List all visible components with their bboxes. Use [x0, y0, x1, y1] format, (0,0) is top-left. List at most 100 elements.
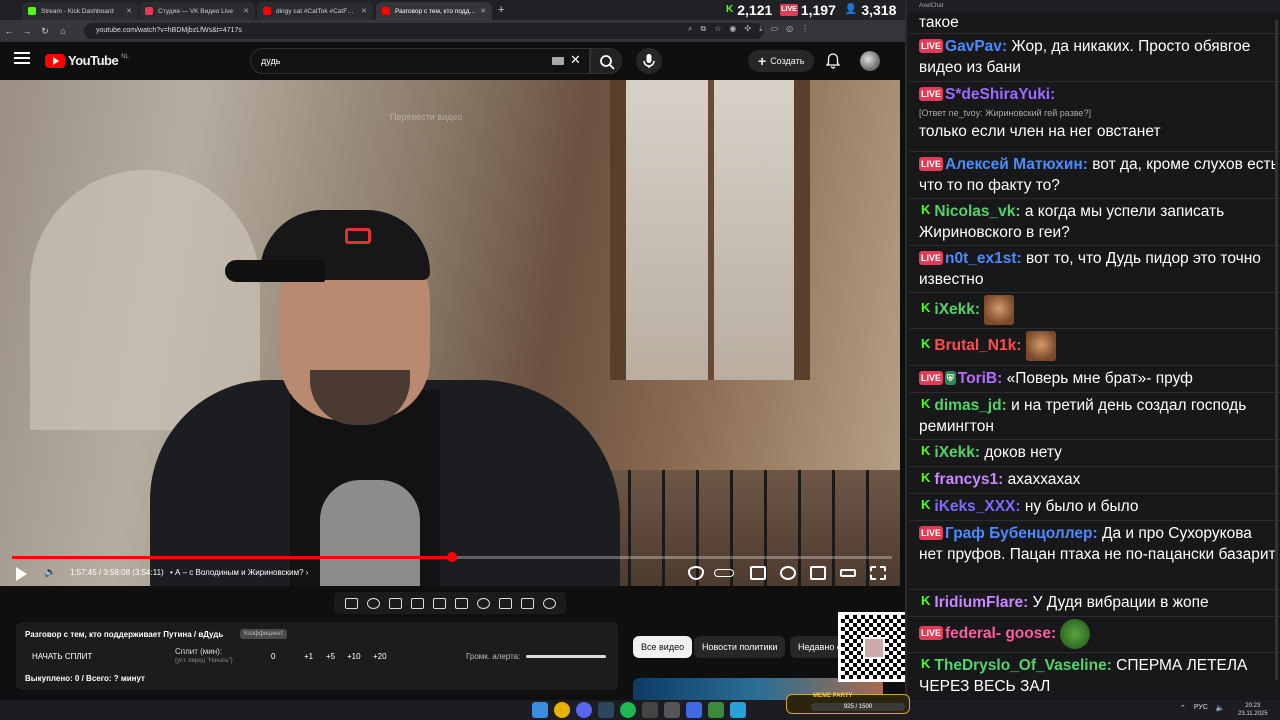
- app-icon[interactable]: [686, 702, 702, 718]
- url-field[interactable]: youtube.com/watch?v=hBDMjbzLfWs&t=4717s: [84, 23, 764, 39]
- menu-dots-icon[interactable]: ⋮: [801, 24, 809, 34]
- speaker-icon[interactable]: 🔈: [1216, 704, 1225, 712]
- subtitles-icon[interactable]: [750, 566, 766, 580]
- tab-vk-studio[interactable]: Студия — VK Видео Live ✕: [139, 2, 255, 20]
- tab-close-icon[interactable]: ✕: [243, 7, 249, 15]
- chat-username[interactable]: TheDryslo_Of_Vaseline:: [934, 657, 1111, 674]
- miniplayer-icon[interactable]: [810, 566, 826, 580]
- split-add-20-button[interactable]: +20: [373, 652, 387, 661]
- chapter-title[interactable]: • А – с Володиным и Жириновским? ›: [170, 568, 308, 577]
- coefficient-badge[interactable]: Коэффициент: [240, 629, 288, 639]
- chat-username[interactable]: S*deShiraYuki:: [945, 86, 1055, 103]
- chat-username[interactable]: iXekk:: [934, 301, 980, 318]
- account-avatar[interactable]: [860, 51, 880, 71]
- chat-username[interactable]: Граф Бубенцоллер:: [945, 525, 1098, 542]
- language-indicator[interactable]: РУС: [1194, 704, 1208, 712]
- create-button[interactable]: + Создать: [748, 50, 815, 72]
- tab-youtube-active[interactable]: Разговор с тем, кто поддержив ✕: [376, 2, 492, 20]
- chat-username[interactable]: francys1:: [934, 471, 1003, 488]
- youtube-logo[interactable]: YouTube NL: [45, 53, 129, 68]
- tab-close-icon[interactable]: ✕: [361, 7, 367, 15]
- video-player[interactable]: Перевести видео 🔈 1:57:45 / 3:58:08 (3:5…: [0, 80, 900, 586]
- theater-mode-icon[interactable]: [840, 569, 856, 577]
- chat-username[interactable]: Brutal_N1k:: [934, 337, 1021, 354]
- chat-username[interactable]: dimas_jd:: [934, 397, 1006, 414]
- alert-volume-slider[interactable]: [526, 655, 606, 658]
- autoplay-toggle[interactable]: [714, 569, 734, 577]
- puzzle-icon[interactable]: ✣: [744, 24, 751, 34]
- hamburger-menu-icon[interactable]: [14, 52, 30, 66]
- settings-gear-icon[interactable]: [780, 566, 796, 580]
- clear-search-icon[interactable]: ✕: [570, 52, 581, 68]
- split-add-5-button[interactable]: +5: [326, 652, 335, 661]
- app-icon[interactable]: [664, 702, 680, 718]
- download-icon[interactable]: ⤓: [759, 24, 763, 34]
- picture-in-picture-icon[interactable]: [432, 597, 446, 609]
- discord-icon[interactable]: [576, 702, 592, 718]
- speed-icon[interactable]: [476, 597, 490, 609]
- new-tab-button[interactable]: +: [498, 4, 504, 16]
- film-icon[interactable]: [410, 597, 424, 609]
- telegram-icon[interactable]: [730, 702, 746, 718]
- add-marker-icon[interactable]: [498, 597, 512, 609]
- sidebar-icon[interactable]: ▭: [771, 24, 779, 34]
- fullscreen-icon[interactable]: [870, 566, 886, 580]
- filter-politics-news[interactable]: Новости политики: [694, 636, 786, 658]
- progress-scrubber[interactable]: [447, 552, 457, 562]
- search-input[interactable]: дудь: [250, 48, 590, 74]
- steam-icon[interactable]: [598, 702, 614, 718]
- chat-username[interactable]: Nicolas_vk:: [934, 203, 1020, 220]
- windows-start-icon[interactable]: [532, 702, 548, 718]
- voice-search-button[interactable]: [636, 48, 662, 74]
- notifications-bell-icon[interactable]: [826, 53, 840, 69]
- volume-icon[interactable]: 🔈: [44, 567, 56, 578]
- tool-settings-icon[interactable]: [542, 597, 556, 609]
- install-icon[interactable]: ⧉: [700, 24, 706, 34]
- tab-close-icon[interactable]: ✕: [126, 7, 132, 15]
- search-button[interactable]: [590, 48, 622, 74]
- zoom-icon[interactable]: ⌕: [688, 24, 692, 34]
- chat-username[interactable]: iXekk:: [934, 444, 980, 461]
- tab-youtube-cat[interactable]: dingy cat #CatTok #CatFails20 ✕: [257, 2, 373, 20]
- meme-party-widget[interactable]: MEME PARTY 925 / 1500: [786, 693, 910, 714]
- broadcast-icon[interactable]: [366, 597, 380, 609]
- spotify-icon[interactable]: [620, 702, 636, 718]
- split-minutes-value[interactable]: 0: [271, 652, 275, 661]
- screenshot-camera-icon[interactable]: [520, 597, 534, 609]
- loop-icon[interactable]: [344, 597, 358, 609]
- start-split-button[interactable]: НАЧАТЬ СПЛИТ: [32, 652, 92, 661]
- chat-username[interactable]: federal- goose:: [945, 625, 1056, 642]
- chat-username[interactable]: IridiumFlare:: [934, 594, 1028, 611]
- tab-kick-dashboard[interactable]: Stream - Kick Dashboard ✕: [22, 2, 138, 20]
- chat-username[interactable]: n0t_ex1st:: [945, 250, 1022, 267]
- frames-icon[interactable]: [454, 597, 468, 609]
- clock[interactable]: 20:23 23.11.2025: [1238, 702, 1268, 718]
- cinema-icon[interactable]: [388, 597, 402, 609]
- reload-icon[interactable]: ↻: [36, 26, 54, 37]
- split-add-1-button[interactable]: +1: [304, 652, 313, 661]
- chat-message-list[interactable]: такое LIVE GavPav: Жор, да никаких. Просто…: [909, 12, 1280, 700]
- home-icon[interactable]: ⌂: [54, 26, 72, 36]
- progress-bar[interactable]: [12, 552, 892, 562]
- chat-scrollbar[interactable]: [1275, 20, 1278, 680]
- back-icon[interactable]: ←: [0, 26, 18, 36]
- keyboard-icon[interactable]: [552, 57, 564, 65]
- tray-arrow-icon[interactable]: ⌃: [1180, 704, 1186, 712]
- filter-all-videos[interactable]: Все видео: [633, 636, 693, 658]
- obs-icon[interactable]: [642, 702, 658, 718]
- play-icon[interactable]: [16, 567, 27, 581]
- tab-close-icon[interactable]: ✕: [480, 7, 486, 15]
- app-icon[interactable]: [708, 702, 724, 718]
- bookmark-star-icon[interactable]: ☆: [714, 24, 721, 34]
- chrome-icon[interactable]: [554, 702, 570, 718]
- forward-icon[interactable]: →: [18, 26, 36, 36]
- extension-icon[interactable]: ◉: [729, 24, 736, 34]
- chat-username[interactable]: GavPav:: [945, 38, 1007, 55]
- chat-username[interactable]: Алексей Матюхин:: [945, 156, 1088, 173]
- chat-username[interactable]: ToriB:: [958, 370, 1002, 387]
- split-add-10-button[interactable]: +10: [347, 652, 361, 661]
- shield-extension-icon[interactable]: [688, 566, 704, 580]
- profile-icon[interactable]: ◎: [786, 24, 793, 34]
- chat-username[interactable]: iKeks_XXX:: [934, 498, 1020, 515]
- translate-video-hint[interactable]: Перевести видео: [390, 112, 462, 122]
